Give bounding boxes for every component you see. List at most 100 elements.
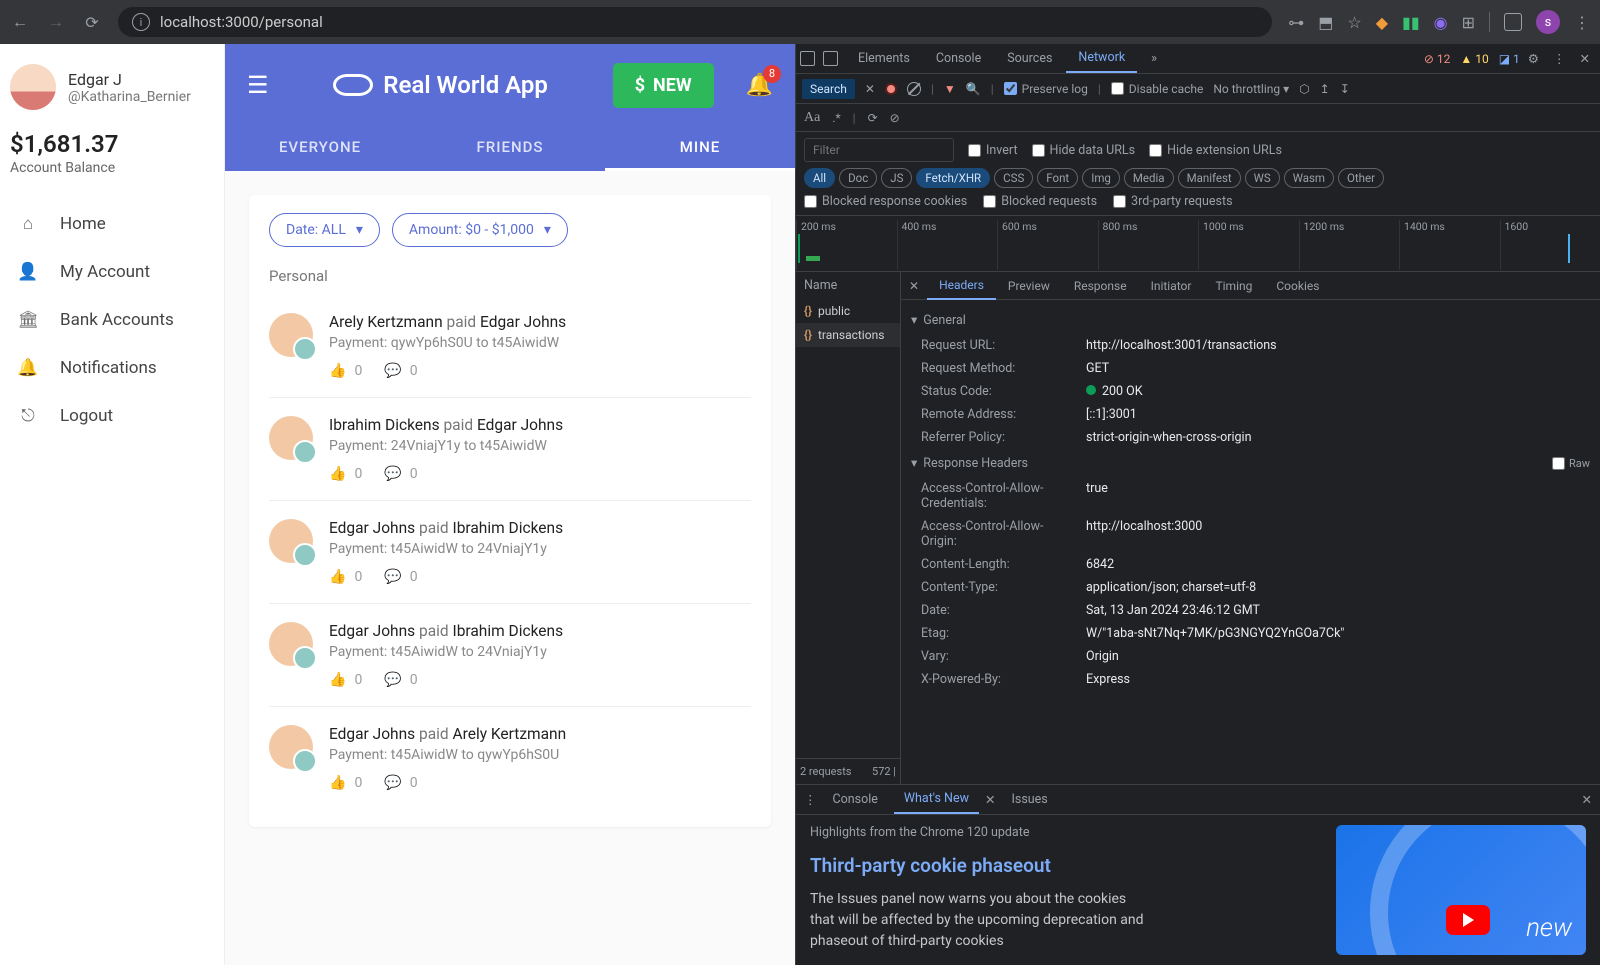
browser-menu-icon[interactable]: ⋮ <box>1574 13 1590 32</box>
detail-tab-headers[interactable]: Headers <box>927 272 996 300</box>
filter-pill-img[interactable]: Img <box>1082 168 1120 188</box>
hamburger-icon[interactable]: ☰ <box>247 71 269 99</box>
transaction-row[interactable]: Edgar Johns paid Ibrahim Dickens Payment… <box>269 604 751 707</box>
search-icon[interactable]: 🔍 <box>966 82 981 96</box>
transaction-row[interactable]: Edgar Johns paid Arely Kertzmann Payment… <box>269 707 751 809</box>
drawer-tab-whatsnew[interactable]: What's New <box>894 785 979 814</box>
notifications-button[interactable]: 🔔 8 <box>746 73 773 98</box>
preserve-log-checkbox[interactable]: Preserve log <box>1004 82 1088 96</box>
device-icon[interactable] <box>823 51 838 66</box>
detail-tab-initiator[interactable]: Initiator <box>1139 273 1204 299</box>
sidebar-item-notifications[interactable]: 🔔 Notifications <box>10 344 214 392</box>
tab-friends[interactable]: FRIENDS <box>415 126 605 171</box>
close-drawer-icon[interactable]: ✕ <box>1582 792 1592 808</box>
detail-tab-timing[interactable]: Timing <box>1203 273 1264 299</box>
like-button[interactable]: 👍0 <box>329 569 362 585</box>
detail-tab-response[interactable]: Response <box>1062 273 1139 299</box>
general-section[interactable]: ▾ General <box>911 306 1590 334</box>
like-button[interactable]: 👍0 <box>329 466 362 482</box>
sidebar-item-my-account[interactable]: 👤 My Account <box>10 248 214 296</box>
address-bar[interactable]: i localhost:3000/personal <box>118 7 1272 37</box>
filter-pill-all[interactable]: All <box>804 168 835 188</box>
filter-pill-font[interactable]: Font <box>1037 168 1078 188</box>
drawer-tab-issues[interactable]: Issues <box>1001 786 1057 813</box>
search-chip[interactable]: Search <box>802 79 855 99</box>
reload-button[interactable]: ⟳ <box>82 13 102 32</box>
sidebar-item-home[interactable]: ⌂ Home <box>10 200 214 248</box>
close-detail-icon[interactable]: ✕ <box>901 279 927 293</box>
like-button[interactable]: 👍0 <box>329 672 362 688</box>
inspect-icon[interactable] <box>800 51 815 66</box>
transaction-row[interactable]: Edgar Johns paid Ibrahim Dickens Payment… <box>269 501 751 604</box>
drawer-tab-console[interactable]: Console <box>823 786 888 813</box>
like-button[interactable]: 👍0 <box>329 775 362 791</box>
extensions-icon[interactable]: ⊞ <box>1462 13 1475 32</box>
network-timeline[interactable]: 200 ms400 ms600 ms800 ms1000 ms1200 ms14… <box>796 216 1600 272</box>
info-count[interactable]: ◪ 1 <box>1499 52 1520 66</box>
upload-icon[interactable]: ↥ <box>1320 82 1330 96</box>
blocked-cookies-checkbox[interactable]: Blocked response cookies <box>804 194 967 209</box>
network-conditions-icon[interactable]: ⬡ <box>1299 82 1309 96</box>
sidebar-item-logout[interactable]: ⎋ Logout <box>10 392 214 440</box>
drawer-menu-icon[interactable]: ⋮ <box>804 792 817 808</box>
comment-button[interactable]: 💬0 <box>384 363 417 379</box>
refresh-icon[interactable]: ⟳ <box>868 111 878 125</box>
clear-button[interactable] <box>907 82 921 96</box>
hide-data-checkbox[interactable]: Hide data URLs <box>1032 143 1136 158</box>
install-icon[interactable]: ⬒ <box>1318 13 1333 32</box>
transaction-row[interactable]: Ibrahim Dickens paid Edgar Johns Payment… <box>269 398 751 501</box>
warning-count[interactable]: ▲ 10 <box>1460 52 1488 66</box>
site-info-icon[interactable]: i <box>132 13 150 31</box>
password-icon[interactable]: ⊶ <box>1288 13 1304 32</box>
comment-button[interactable]: 💬0 <box>384 672 417 688</box>
more-tabs-icon[interactable]: » <box>1139 45 1169 72</box>
close-whatsnew-icon[interactable]: ✕ <box>985 792 995 808</box>
response-headers-section[interactable]: ▾ Response Headers Raw <box>911 449 1590 477</box>
clear-icon[interactable]: ⊘ <box>890 111 900 125</box>
date-filter-chip[interactable]: Date: ALL ▾ <box>269 213 380 247</box>
filter-pill-wasm[interactable]: Wasm <box>1284 168 1334 188</box>
request-row-transactions[interactable]: {}transactions <box>796 323 900 347</box>
close-search-icon[interactable]: ✕ <box>865 82 875 96</box>
error-count[interactable]: ⊘ 12 <box>1424 52 1451 66</box>
back-button[interactable]: ← <box>10 12 30 32</box>
tab-sources[interactable]: Sources <box>995 45 1064 72</box>
filter-input[interactable] <box>804 138 954 162</box>
filter-pill-doc[interactable]: Doc <box>839 168 877 188</box>
case-toggle[interactable]: Aa <box>804 110 820 126</box>
amount-filter-chip[interactable]: Amount: $0 - $1,000 ▾ <box>392 213 568 247</box>
raw-toggle[interactable]: Raw <box>1552 457 1590 470</box>
filter-pill-manifest[interactable]: Manifest <box>1178 168 1241 188</box>
blocked-req-checkbox[interactable]: Blocked requests <box>983 194 1097 209</box>
close-devtools-icon[interactable]: ✕ <box>1574 51 1596 67</box>
forward-button[interactable]: → <box>46 12 66 32</box>
comment-button[interactable]: 💬0 <box>384 775 417 791</box>
request-row-public[interactable]: {}public <box>796 299 900 323</box>
ext-icon-3[interactable]: ◉ <box>1434 13 1448 32</box>
disable-cache-checkbox[interactable]: Disable cache <box>1111 82 1204 96</box>
download-icon[interactable]: ↧ <box>1340 82 1350 96</box>
ext-icon-1[interactable]: ◆ <box>1376 13 1388 32</box>
detail-tab-preview[interactable]: Preview <box>996 273 1062 299</box>
third-party-checkbox[interactable]: 3rd-party requests <box>1113 194 1232 209</box>
transaction-row[interactable]: Arely Kertzmann paid Edgar Johns Payment… <box>269 295 751 398</box>
sidebar-item-bank-accounts[interactable]: 🏛 Bank Accounts <box>10 296 214 344</box>
filter-pill-fetchxhr[interactable]: Fetch/XHR <box>916 168 990 188</box>
tab-everyone[interactable]: EVERYONE <box>225 126 415 171</box>
whatsnew-video[interactable]: new <box>1336 825 1586 955</box>
profile-avatar[interactable]: s <box>1536 10 1560 34</box>
filter-pill-ws[interactable]: WS <box>1245 168 1280 188</box>
side-panel-icon[interactable] <box>1504 13 1522 31</box>
settings-icon[interactable]: ⚙ <box>1522 51 1545 67</box>
detail-tab-cookies[interactable]: Cookies <box>1264 273 1331 299</box>
tab-console[interactable]: Console <box>924 45 993 72</box>
like-button[interactable]: 👍0 <box>329 363 362 379</box>
devtools-menu-icon[interactable]: ⋮ <box>1547 51 1572 67</box>
hide-ext-checkbox[interactable]: Hide extension URLs <box>1149 143 1282 158</box>
ext-icon-2[interactable]: ▮▮ <box>1402 13 1420 32</box>
name-column-header[interactable]: Name <box>796 272 900 299</box>
filter-icon[interactable]: ▼ <box>944 82 956 96</box>
filter-pill-css[interactable]: CSS <box>994 168 1033 188</box>
filter-pill-other[interactable]: Other <box>1338 168 1384 188</box>
tab-elements[interactable]: Elements <box>846 45 922 72</box>
